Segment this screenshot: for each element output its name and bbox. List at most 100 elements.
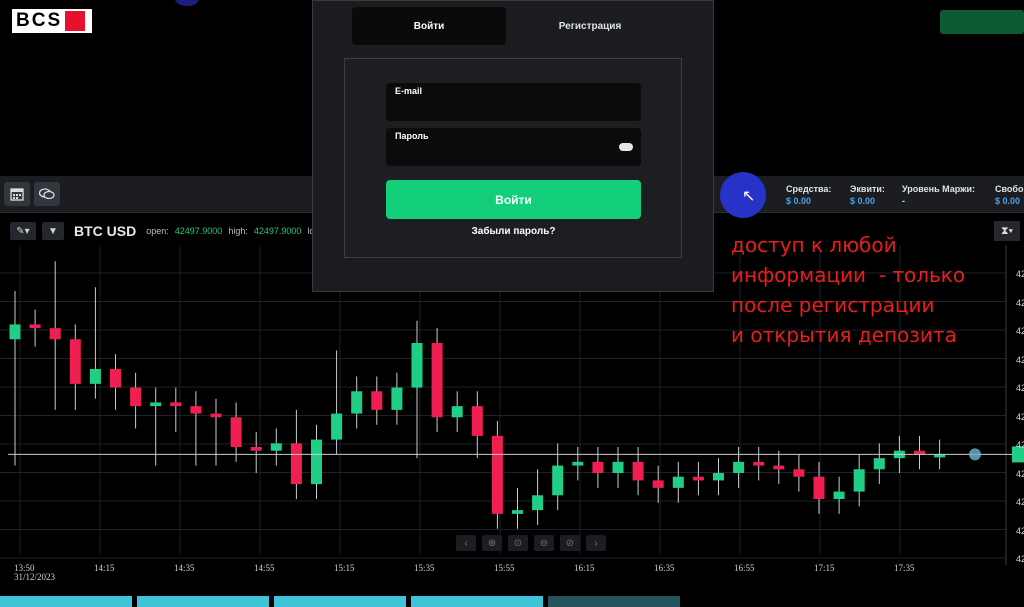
cursor-highlight-top xyxy=(175,0,199,6)
candle-body xyxy=(471,406,483,436)
candle-body xyxy=(612,461,624,473)
x-tick-label: 14:35 xyxy=(174,563,195,573)
scroll-right-button[interactable]: › xyxy=(586,535,606,551)
x-tick-label: 17:15 xyxy=(814,563,835,573)
candle-body xyxy=(632,461,644,481)
chevron-left-icon: ‹ xyxy=(464,537,468,549)
bottom-tab-1[interactable] xyxy=(0,596,132,607)
candle-body xyxy=(753,461,765,466)
x-tick-label: 16:55 xyxy=(734,563,755,573)
candle-body xyxy=(512,510,523,514)
fit-zoom-button[interactable]: ⊘ xyxy=(560,535,580,551)
candle-body xyxy=(532,495,544,511)
bottom-tab-3[interactable] xyxy=(274,596,406,607)
bottom-tab-5[interactable] xyxy=(548,596,680,607)
y-tick-label: 42 xyxy=(1016,297,1024,308)
x-axis-date: 31/12/2023 xyxy=(14,572,56,582)
zoom-in-icon: ⊕ xyxy=(487,537,497,549)
candle-body xyxy=(290,443,302,485)
mouse-cursor-icon: ↖ xyxy=(742,188,756,205)
candle-body xyxy=(713,473,724,481)
candle-body xyxy=(49,328,61,340)
zoom-fit-icon: ⊘ xyxy=(565,537,575,549)
email-input[interactable] xyxy=(395,100,619,120)
candle-body xyxy=(150,402,162,407)
candle-body xyxy=(391,387,403,410)
zoom-in-button[interactable]: ⊕ xyxy=(482,535,502,551)
chevron-down-icon: ▼ xyxy=(48,225,58,237)
x-tick-label: 15:55 xyxy=(494,563,515,573)
y-tick-label: 42 xyxy=(1016,326,1024,336)
high-value: 42497.9000 xyxy=(253,226,302,236)
show-password-icon[interactable] xyxy=(619,143,633,151)
candle-body xyxy=(230,417,242,447)
candle-body xyxy=(29,324,41,329)
open-value: 42497.9000 xyxy=(174,226,223,236)
candle-body xyxy=(250,447,262,451)
bcs-logo[interactable]: BCS xyxy=(12,9,92,33)
candle-body xyxy=(793,469,805,477)
candle-body xyxy=(914,450,925,455)
reset-zoom-button[interactable]: ⊙ xyxy=(508,535,528,551)
password-field[interactable]: Пароль xyxy=(386,128,641,166)
x-tick-label: 15:35 xyxy=(414,563,435,573)
high-label: high: xyxy=(228,226,248,236)
candle-body xyxy=(371,391,383,410)
zoom-reset-icon: ⊙ xyxy=(513,537,523,549)
symbol-row: ✎▾ ▼ BTC USD open: 42497.9000 high: 4249… xyxy=(10,221,323,241)
candle-body xyxy=(311,439,322,485)
login-submit-button[interactable]: Войти xyxy=(386,180,641,219)
x-tick-label: 16:15 xyxy=(574,563,595,573)
candle-body xyxy=(572,461,584,466)
candle-body xyxy=(773,465,785,470)
account-margin-level: Уровень Маржи: - xyxy=(902,184,976,206)
tab-login[interactable]: Войти xyxy=(352,7,506,45)
deposit-button[interactable] xyxy=(940,10,1024,34)
password-label: Пароль xyxy=(395,131,429,141)
candle-body xyxy=(692,476,704,481)
x-tick-label: 16:35 xyxy=(654,563,675,573)
y-tick-label: 42 xyxy=(1016,554,1024,564)
candle-body xyxy=(190,406,202,414)
password-input[interactable] xyxy=(395,145,619,165)
bottom-tab-2[interactable] xyxy=(137,596,269,607)
candle-body xyxy=(491,435,503,514)
email-label: E-mail xyxy=(395,86,423,96)
candle-body xyxy=(69,339,81,384)
bottom-tab-4[interactable] xyxy=(411,596,543,607)
candle-body xyxy=(270,443,282,451)
timeframe-button[interactable]: ⧗▾ xyxy=(994,221,1020,241)
zoom-out-icon: ⊖ xyxy=(539,537,549,549)
forgot-password-link[interactable]: Забыли пароль? xyxy=(386,226,641,237)
candle-body xyxy=(411,343,423,388)
candle-body xyxy=(552,465,564,496)
x-tick-label: 17:35 xyxy=(894,563,915,573)
scroll-left-button[interactable]: ‹ xyxy=(456,535,476,551)
candle-body xyxy=(813,476,825,499)
account-funds: Средства: $ 0.00 xyxy=(786,184,832,206)
email-field[interactable]: E-mail xyxy=(386,83,641,121)
logo-square-icon xyxy=(65,11,86,31)
logo-text: BCS xyxy=(16,10,63,31)
symbol-name: BTC USD xyxy=(74,223,137,239)
chat-button[interactable] xyxy=(34,182,60,206)
candle-body xyxy=(351,391,363,414)
symbol-dropdown-button[interactable]: ▼ xyxy=(42,222,64,240)
y-tick-label: 42 xyxy=(1016,411,1024,422)
zoom-out-button[interactable]: ⊖ xyxy=(534,535,554,551)
candle-body xyxy=(331,413,343,440)
candle-body xyxy=(110,369,121,388)
candle-body xyxy=(210,413,222,418)
candle-body xyxy=(89,369,101,384)
y-tick-label: 42 xyxy=(1016,440,1024,450)
candle-body xyxy=(873,458,885,470)
calendar-button[interactable] xyxy=(4,182,30,206)
annotation-text: доступ к любой информации - только после… xyxy=(731,233,966,347)
tab-register[interactable]: Регистрация xyxy=(515,7,665,45)
y-tick-label: 42 xyxy=(1016,525,1024,536)
candle-body xyxy=(853,469,865,492)
x-tick-label: 14:55 xyxy=(254,563,275,573)
calendar-icon xyxy=(10,188,24,201)
candle-body xyxy=(9,324,21,340)
drawing-tool-button[interactable]: ✎▾ xyxy=(10,222,36,240)
